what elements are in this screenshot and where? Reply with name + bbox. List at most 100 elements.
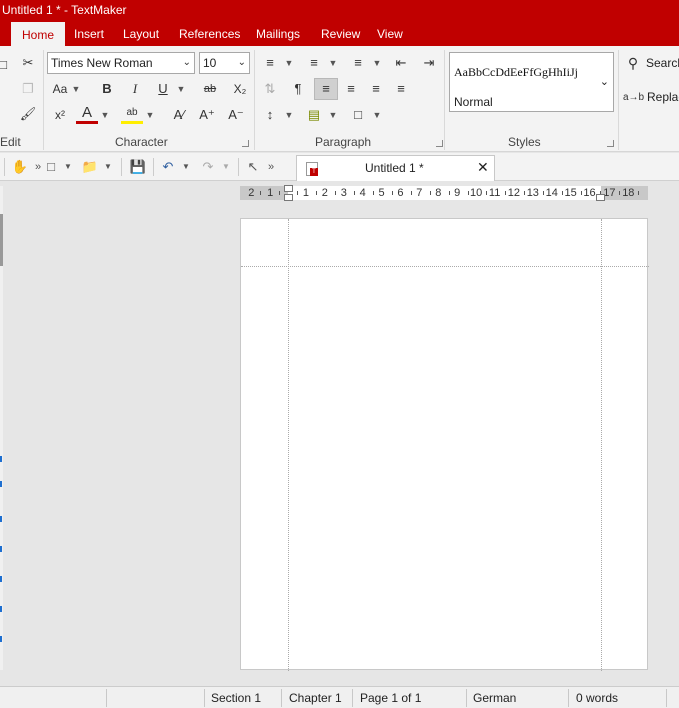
underline-button[interactable]: U xyxy=(152,78,174,100)
more-icon[interactable]: » xyxy=(264,156,278,178)
status-separator xyxy=(106,689,107,707)
tab-insert[interactable]: Insert xyxy=(66,22,112,46)
ruler-tick xyxy=(637,191,639,195)
grow-font-button[interactable]: A⁺ xyxy=(196,104,218,126)
shrink-font-button[interactable]: A⁻ xyxy=(225,104,247,126)
new-document-icon[interactable]: □ xyxy=(42,156,60,178)
paste-icon[interactable]: □ xyxy=(0,54,14,76)
character-dialog-launcher-icon[interactable] xyxy=(242,140,249,147)
chevron-down-icon[interactable]: ▼ xyxy=(102,156,114,178)
pointer-icon[interactable]: ↖ xyxy=(244,156,262,178)
open-folder-icon[interactable]: 📁 xyxy=(80,156,100,178)
ruler-tick xyxy=(354,191,356,195)
status-section[interactable]: Section 1 xyxy=(211,691,261,705)
chevron-down-icon[interactable]: ▼ xyxy=(372,52,382,74)
document-icon: T xyxy=(306,162,318,176)
undo-icon[interactable]: ↶ xyxy=(158,156,178,178)
styles-dialog-launcher-icon[interactable] xyxy=(607,140,614,147)
chevron-down-icon[interactable]: ▼ xyxy=(220,156,232,178)
search-icon[interactable]: ⚲ xyxy=(622,52,644,74)
file-tab[interactable] xyxy=(0,22,2,46)
align-right-icon[interactable]: ≡ xyxy=(365,78,387,100)
increase-indent-icon[interactable]: ⇥ xyxy=(418,52,440,74)
decrease-indent-icon[interactable]: ⇤ xyxy=(390,52,412,74)
justify-icon[interactable]: ≡ xyxy=(390,78,412,100)
group-label-edit: Edit xyxy=(0,135,21,149)
document-tab[interactable]: T Untitled 1 * ✕ xyxy=(296,155,495,181)
document-page[interactable] xyxy=(240,218,649,671)
pilcrow-icon[interactable]: ¶ xyxy=(287,78,309,100)
redo-icon[interactable]: ↷ xyxy=(198,156,218,178)
align-center-icon[interactable]: ≡ xyxy=(340,78,362,100)
tab-mailings[interactable]: Mailings xyxy=(248,22,308,46)
format-painter-icon[interactable]: 🖌 xyxy=(17,103,39,125)
close-icon[interactable]: ✕ xyxy=(477,159,489,176)
chevron-down-icon[interactable]: ▼ xyxy=(372,104,382,126)
chevron-down-icon[interactable]: ⌄ xyxy=(600,75,609,88)
chevron-down-icon[interactable]: ▼ xyxy=(145,104,155,126)
chevron-down-icon[interactable]: ▼ xyxy=(62,156,74,178)
hand-tool-icon[interactable]: ✋ xyxy=(10,156,30,178)
chevron-down-icon[interactable]: ▼ xyxy=(328,52,338,74)
replace-icon[interactable]: a→b xyxy=(623,92,644,103)
tab-home[interactable]: Home xyxy=(11,22,65,46)
search-button[interactable]: Search xyxy=(646,56,679,70)
multilevel-list-icon[interactable]: ≡ xyxy=(347,52,369,74)
group-separator xyxy=(43,50,44,150)
font-color-button[interactable]: A xyxy=(76,102,98,124)
shading-icon[interactable]: ▤ xyxy=(303,104,325,126)
font-size-combo[interactable]: 10 ⌄ xyxy=(199,52,250,74)
replace-button[interactable]: Replac xyxy=(647,90,679,104)
cut-icon[interactable]: ✂ xyxy=(17,52,39,74)
align-left-icon[interactable]: ≡ xyxy=(315,78,337,100)
strikethrough-button[interactable]: ab xyxy=(199,78,221,100)
sort-icon[interactable]: ⇅ xyxy=(259,78,281,100)
horizontal-ruler[interactable]: 2 1 1 2 3 4 5 6 7 8 9 10 11 12 13 14 15 16 17 18 xyxy=(240,185,648,201)
numbered-list-icon[interactable]: ≡ xyxy=(303,52,325,74)
line-spacing-icon[interactable]: ↕ xyxy=(259,104,281,126)
indent-marker[interactable] xyxy=(284,185,293,192)
status-word-count[interactable]: 0 words xyxy=(576,691,618,705)
subscript-button[interactable]: X₂ xyxy=(229,78,251,100)
chevron-down-icon[interactable]: ▼ xyxy=(176,78,186,100)
status-language[interactable]: German xyxy=(473,691,516,705)
superscript-button[interactable]: x² xyxy=(49,104,71,126)
highlight-button[interactable]: ab xyxy=(121,102,143,124)
borders-icon[interactable]: □ xyxy=(347,104,369,126)
ruler-tick xyxy=(486,191,488,195)
ruler-label: 14 xyxy=(545,187,558,199)
italic-button[interactable]: I xyxy=(124,78,146,100)
style-gallery[interactable]: AaBbCcDdEeFfGgHhIiJj Normal ⌄ xyxy=(449,52,614,112)
chevron-down-icon[interactable]: ▼ xyxy=(71,78,81,100)
tab-references[interactable]: References xyxy=(171,22,248,46)
tab-layout[interactable]: Layout xyxy=(115,22,167,46)
group-separator xyxy=(444,50,445,150)
toolbar-separator xyxy=(238,158,239,176)
chevron-down-icon[interactable]: ▼ xyxy=(328,104,338,126)
font-name-combo[interactable]: Times New Roman ⌄ xyxy=(47,52,195,74)
left-gutter xyxy=(0,186,3,670)
tab-review[interactable]: Review xyxy=(313,22,368,46)
chevron-down-icon[interactable]: ▼ xyxy=(180,156,192,178)
toolbar-separator xyxy=(121,158,122,176)
ruler-tick xyxy=(467,191,469,195)
copy-icon[interactable]: ❐ xyxy=(17,78,39,100)
tab-view[interactable]: View xyxy=(369,22,411,46)
chevron-down-icon[interactable]: ▼ xyxy=(284,52,294,74)
status-chapter[interactable]: Chapter 1 xyxy=(289,691,342,705)
paragraph-dialog-launcher-icon[interactable] xyxy=(436,140,443,147)
clear-formatting-icon[interactable]: A∕ xyxy=(168,104,190,126)
bullet-list-icon[interactable]: ≡ xyxy=(259,52,281,74)
indent-marker[interactable] xyxy=(284,194,293,201)
indent-marker[interactable] xyxy=(596,194,605,201)
ruler-tick xyxy=(580,191,582,195)
save-icon[interactable]: 💾 xyxy=(128,156,148,178)
chevron-down-icon[interactable]: ▼ xyxy=(284,104,294,126)
margin-guide-right xyxy=(601,219,602,671)
bold-button[interactable]: B xyxy=(96,78,118,100)
ruler-tick xyxy=(335,191,337,195)
status-page[interactable]: Page 1 of 1 xyxy=(360,691,421,705)
change-case-icon[interactable]: Aa xyxy=(49,78,71,100)
ruler-label: 9 xyxy=(454,187,461,199)
chevron-down-icon[interactable]: ▼ xyxy=(100,104,110,126)
